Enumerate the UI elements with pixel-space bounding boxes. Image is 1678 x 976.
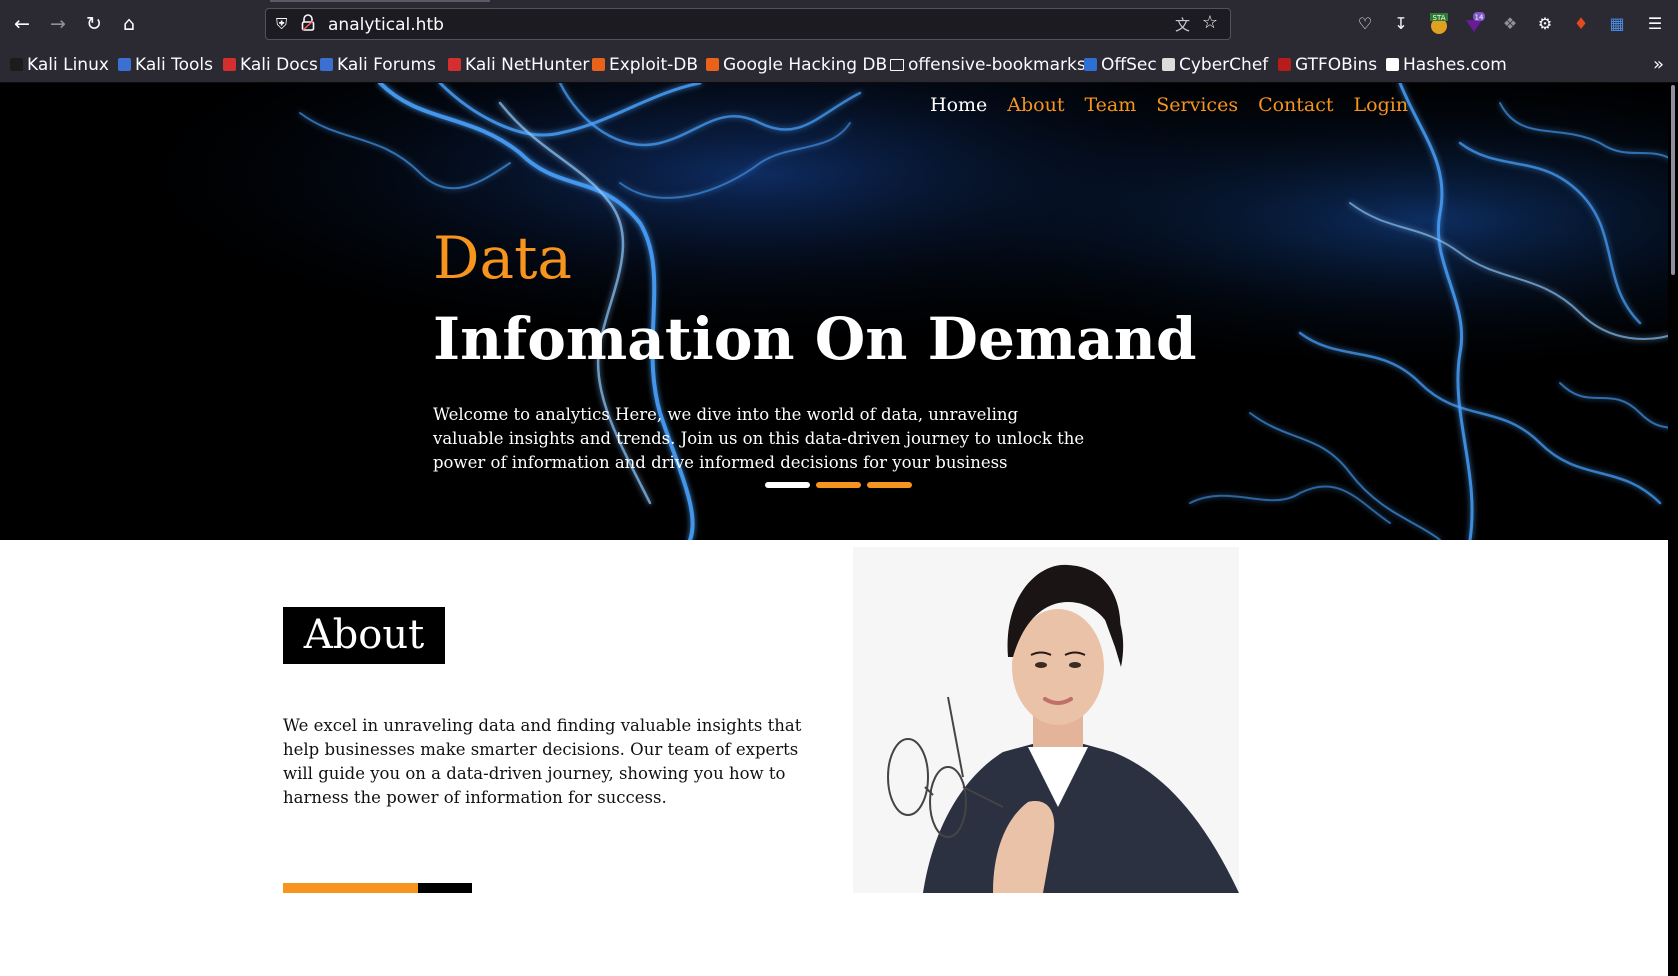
scrollbar-thumb[interactable] xyxy=(1671,85,1675,275)
bookmarks-bar: » Kali Linux Kali Tools Kali Docs Kali Foru… xyxy=(0,48,1678,83)
bookmark-label: Kali Forums xyxy=(337,55,436,75)
bookmark-cyberchef[interactable]: CyberChef xyxy=(1162,54,1268,76)
bookmark-star-icon[interactable]: ☆ xyxy=(1202,12,1218,33)
read-more-orange-block[interactable] xyxy=(283,883,418,893)
translate-icon[interactable]: 文 xyxy=(1175,14,1190,35)
site-navigation: Home About Team Services Contact Login xyxy=(930,94,1408,116)
favicon-icon xyxy=(706,58,719,71)
carousel-dot-2[interactable] xyxy=(816,482,861,488)
businesswoman-image xyxy=(853,547,1239,893)
favicon-icon xyxy=(1386,58,1399,71)
bookmark-label: CyberChef xyxy=(1179,55,1269,75)
pocket-icon[interactable]: ♡ xyxy=(1353,12,1377,36)
extension-fox-icon[interactable]: ♦ xyxy=(1569,12,1593,36)
carousel-dot-3[interactable] xyxy=(867,482,912,488)
about-heading: About xyxy=(283,607,445,664)
bookmark-label: Kali Linux xyxy=(27,55,109,75)
favicon-icon xyxy=(1084,58,1097,71)
bookmark-offensive-bookmarks[interactable]: offensive-bookmarks xyxy=(890,54,1086,76)
about-photo xyxy=(853,547,1239,893)
favicon-icon xyxy=(10,58,23,71)
extension-translate-icon[interactable]: ▦ xyxy=(1605,12,1629,36)
bookmark-gtfobins[interactable]: GTFOBins xyxy=(1278,54,1377,76)
active-tab-indicator xyxy=(270,0,490,2)
bookmark-kali-nethunter[interactable]: Kali NetHunter xyxy=(448,54,589,76)
nav-contact[interactable]: Contact xyxy=(1258,94,1333,116)
lock-icon[interactable] xyxy=(301,14,315,32)
downloads-icon[interactable]: ↧ xyxy=(1389,12,1413,36)
bookmark-kali-forums[interactable]: Kali Forums xyxy=(320,54,436,76)
nav-home[interactable]: Home xyxy=(930,94,987,116)
favicon-icon xyxy=(1278,58,1291,71)
hero-description: Welcome to analytics Here, we dive into … xyxy=(433,405,1085,472)
browser-toolbar: ← → ↻ ⌂ ⛨ analytical.htb 文 ☆ ♡ ↧ STA 14 … xyxy=(0,0,1678,48)
hero-kicker: Data xyxy=(433,224,572,292)
hero-section: Home About Team Services Contact Login D… xyxy=(0,83,1678,540)
bookmark-label: Google Hacking DB xyxy=(723,55,888,75)
reload-icon[interactable]: ↻ xyxy=(80,10,108,38)
bookmark-kali-tools[interactable]: Kali Tools xyxy=(118,54,213,76)
bookmark-label: Kali Tools xyxy=(135,55,213,75)
bookmark-hashes-com[interactable]: Hashes.com xyxy=(1386,54,1507,76)
nav-login[interactable]: Login xyxy=(1354,94,1409,116)
read-more-black-block[interactable] xyxy=(418,883,472,893)
bookmark-label: Hashes.com xyxy=(1403,55,1507,75)
favicon-icon xyxy=(448,58,461,71)
read-more-button[interactable] xyxy=(283,883,472,893)
nav-about[interactable]: About xyxy=(1007,94,1064,116)
menu-icon[interactable]: ☰ xyxy=(1643,12,1667,36)
svg-text:STA: STA xyxy=(1433,14,1446,22)
favicon-icon xyxy=(1162,58,1175,71)
bookmark-label: GTFOBins xyxy=(1295,55,1378,75)
favicon-icon xyxy=(118,58,131,71)
bookmark-label: Exploit-DB xyxy=(609,55,698,75)
url-text[interactable]: analytical.htb xyxy=(328,15,444,35)
bookmark-label: offensive-bookmarks xyxy=(908,55,1086,75)
home-icon[interactable]: ⌂ xyxy=(115,10,143,38)
extension-badge-icon[interactable]: 14 xyxy=(1462,12,1486,36)
carousel-dot-1[interactable] xyxy=(765,482,810,488)
bookmark-label: Kali Docs xyxy=(240,55,318,75)
page-scrollbar[interactable] xyxy=(1668,83,1678,976)
folder-icon xyxy=(890,59,904,71)
extensions-icon[interactable]: ⚙ xyxy=(1533,12,1557,36)
extension-sta-icon[interactable]: STA xyxy=(1427,12,1451,36)
forward-icon[interactable]: → xyxy=(44,10,72,38)
address-bar[interactable]: ⛨ analytical.htb 文 ☆ xyxy=(265,8,1231,40)
carousel-indicators xyxy=(765,482,912,488)
nav-team[interactable]: Team xyxy=(1084,94,1136,116)
favicon-icon xyxy=(223,58,236,71)
extension-puzzle-gray-icon[interactable]: ❖ xyxy=(1498,12,1522,36)
back-icon[interactable]: ← xyxy=(8,10,36,38)
bookmark-offsec[interactable]: OffSec xyxy=(1084,54,1157,76)
favicon-icon xyxy=(592,58,605,71)
bookmark-exploit-db[interactable]: Exploit-DB xyxy=(592,54,698,76)
bookmark-label: Kali NetHunter xyxy=(465,55,590,75)
svg-text:14: 14 xyxy=(1475,14,1484,22)
about-text: We excel in unraveling data and finding … xyxy=(283,716,802,807)
tracking-shield-icon[interactable]: ⛨ xyxy=(276,15,287,33)
page-viewport: Home About Team Services Contact Login D… xyxy=(0,83,1678,976)
bookmarks-overflow-icon[interactable]: » xyxy=(1653,54,1664,75)
bookmark-kali-linux[interactable]: Kali Linux xyxy=(10,54,109,76)
hero-title: Infomation On Demand xyxy=(433,305,1197,373)
bookmark-label: OffSec xyxy=(1101,55,1157,75)
favicon-icon xyxy=(320,58,333,71)
bookmark-google-hacking-db[interactable]: Google Hacking DB xyxy=(706,54,887,76)
bookmark-kali-docs[interactable]: Kali Docs xyxy=(223,54,318,76)
nav-services[interactable]: Services xyxy=(1156,94,1238,116)
